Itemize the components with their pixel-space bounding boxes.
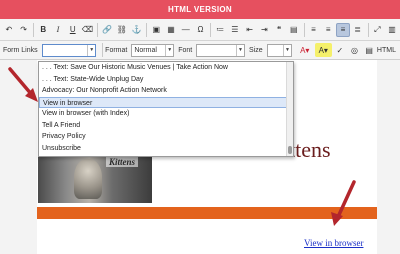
format-select[interactable]: Normal ▼ bbox=[131, 43, 175, 57]
chevron-down-icon[interactable]: ▼ bbox=[282, 44, 291, 56]
eraser-icon[interactable]: ⌫ bbox=[81, 23, 95, 37]
chevron-down-icon[interactable]: ▼ bbox=[87, 44, 95, 56]
form-links-dropdown[interactable]: . . . Text: Save Our Historic Music Venu… bbox=[38, 61, 294, 157]
kitten-figure bbox=[74, 159, 102, 199]
outdent-icon[interactable]: ⇤ bbox=[243, 23, 257, 37]
align-right-icon[interactable]: ≡ bbox=[336, 22, 350, 37]
toolbar-separator bbox=[210, 22, 212, 37]
size-label: Size bbox=[248, 46, 263, 54]
chevron-down-icon[interactable]: ▼ bbox=[235, 44, 244, 56]
dropdown-list: . . . Text: Save Our Historic Music Venu… bbox=[39, 62, 293, 154]
toolbar-separator bbox=[146, 22, 148, 37]
indent-icon[interactable]: ⇥ bbox=[257, 23, 271, 37]
dropdown-item[interactable]: Tell A Friend bbox=[39, 120, 293, 132]
format-label: Format bbox=[105, 46, 128, 54]
toolbar-separator bbox=[102, 43, 104, 57]
view-in-browser-link[interactable]: View in browser bbox=[304, 238, 363, 248]
dropdown-item[interactable]: Privacy Policy bbox=[39, 131, 293, 143]
maximize-icon[interactable]: ⤢ bbox=[370, 23, 384, 37]
image-icon[interactable]: ▣ bbox=[149, 23, 163, 37]
image-caption: Kittens bbox=[106, 157, 139, 167]
dropdown-item[interactable]: Advocacy: Our Nonprofit Action Network bbox=[39, 85, 293, 97]
italic-button[interactable]: I bbox=[51, 23, 65, 37]
show-blocks-icon[interactable]: ▥ bbox=[385, 23, 399, 37]
size-select[interactable]: ▼ bbox=[266, 43, 292, 57]
font-select[interactable]: ▼ bbox=[196, 43, 245, 57]
html-version-banner: HTML VERSION bbox=[0, 0, 400, 19]
unlink-icon[interactable]: ⛓ bbox=[115, 23, 129, 37]
preview-icon[interactable]: ◎ bbox=[348, 43, 362, 57]
anchor-icon[interactable]: ⚓ bbox=[130, 23, 144, 37]
underline-button[interactable]: U bbox=[66, 23, 80, 37]
toolbar-separator bbox=[367, 22, 369, 37]
dropdown-item[interactable]: . . . Text: State-Wide Unplug Day bbox=[39, 74, 293, 86]
dropdown-item[interactable]: Unsubscribe bbox=[39, 143, 293, 155]
numbered-list-icon[interactable]: ≔ bbox=[213, 23, 227, 37]
form-links-label: Form Links bbox=[3, 46, 38, 54]
spellcheck-icon[interactable]: ✓ bbox=[333, 43, 347, 57]
chevron-down-icon[interactable]: ▼ bbox=[165, 44, 173, 56]
background-color-icon[interactable]: A▾ bbox=[314, 43, 333, 57]
page-heading: ttens bbox=[289, 137, 331, 162]
text-color-icon[interactable]: A▾ bbox=[296, 43, 314, 57]
dropdown-item[interactable]: View in browser (with Index) bbox=[39, 108, 293, 120]
orange-divider bbox=[37, 207, 377, 219]
align-left-icon[interactable]: ≡ bbox=[307, 23, 321, 37]
editor-toolbar-bottom: Form Links ▼ Format Normal ▼ Font ▼ Size… bbox=[0, 41, 400, 60]
div-container-icon[interactable]: ▤ bbox=[287, 23, 301, 37]
bold-button[interactable]: B bbox=[36, 23, 50, 37]
scrollbar-thumb[interactable] bbox=[288, 146, 292, 154]
form-links-select[interactable]: ▼ bbox=[41, 43, 97, 57]
toolbar-separator bbox=[33, 22, 35, 37]
special-char-icon[interactable]: Ω bbox=[194, 23, 208, 37]
html-source-label[interactable]: HTML bbox=[377, 47, 396, 54]
dropdown-item-selected[interactable]: View in browser bbox=[39, 96, 293, 108]
bullet-list-icon[interactable]: ☰ bbox=[228, 23, 242, 37]
align-justify-icon[interactable]: ≣ bbox=[351, 23, 365, 37]
horizontal-rule-icon[interactable]: ― bbox=[179, 23, 193, 37]
redo-icon[interactable]: ↷ bbox=[17, 23, 31, 37]
blockquote-icon[interactable]: ❝ bbox=[272, 23, 286, 37]
font-label: Font bbox=[178, 46, 193, 54]
dropdown-scrollbar[interactable] bbox=[286, 62, 293, 156]
kittens-image: Kittens bbox=[38, 153, 152, 203]
html-source-icon[interactable]: ▤ bbox=[362, 43, 376, 57]
undo-icon[interactable]: ↶ bbox=[2, 23, 16, 37]
editor-toolbar-top: ↶ ↷ B I U ⌫ 🔗 ⛓ ⚓ ▣ ▦ ― Ω ≔ ☰ ⇤ ⇥ ❝ ▤ ≡ … bbox=[0, 19, 400, 41]
table-icon[interactable]: ▦ bbox=[164, 23, 178, 37]
toolbar-separator bbox=[97, 22, 99, 37]
dropdown-item[interactable]: . . . Text: Save Our Historic Music Venu… bbox=[39, 62, 293, 74]
link-icon[interactable]: 🔗 bbox=[100, 23, 114, 37]
align-center-icon[interactable]: ≡ bbox=[321, 23, 335, 37]
toolbar-separator bbox=[303, 22, 305, 37]
